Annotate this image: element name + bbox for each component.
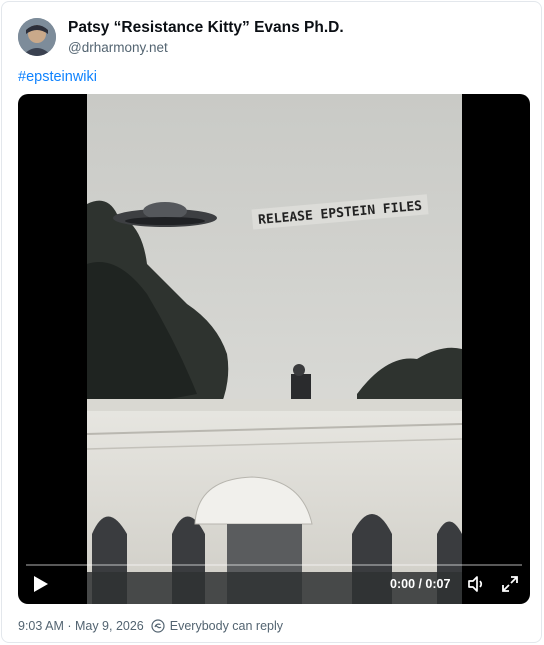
post-timestamp[interactable]: 9:03 AM · May 9, 2026 xyxy=(18,619,144,633)
author-handle[interactable]: @drharmony.net xyxy=(68,40,168,55)
reply-settings-icon xyxy=(151,619,165,633)
post-card: Patsy “Resistance Kitty” Evans Ph.D. @dr… xyxy=(1,1,542,643)
mute-button[interactable] xyxy=(466,574,486,594)
post-footer: 9:03 AM · May 9, 2026 Everybody can repl… xyxy=(18,619,283,633)
video-player[interactable]: RELEASE EPSTEIN FILES 0:00 / 0:07 xyxy=(18,94,530,604)
author-name[interactable]: Patsy “Resistance Kitty” Evans Ph.D. xyxy=(68,19,344,37)
video-frame: RELEASE EPSTEIN FILES xyxy=(87,94,462,604)
fullscreen-button[interactable] xyxy=(500,574,520,594)
author-avatar[interactable] xyxy=(18,18,56,56)
hashtag-link[interactable]: #epsteinwiki xyxy=(18,69,97,85)
play-button[interactable] xyxy=(28,572,52,596)
volume-icon xyxy=(468,576,483,592)
fullscreen-icon xyxy=(502,576,518,592)
video-time-display: 0:00 / 0:07 xyxy=(390,577,451,591)
play-icon xyxy=(34,576,48,592)
video-still-image: RELEASE EPSTEIN FILES xyxy=(87,94,462,604)
avatar-image xyxy=(18,18,56,56)
reply-setting-label: Everybody can reply xyxy=(169,619,284,633)
video-progress-bar[interactable] xyxy=(26,564,522,566)
